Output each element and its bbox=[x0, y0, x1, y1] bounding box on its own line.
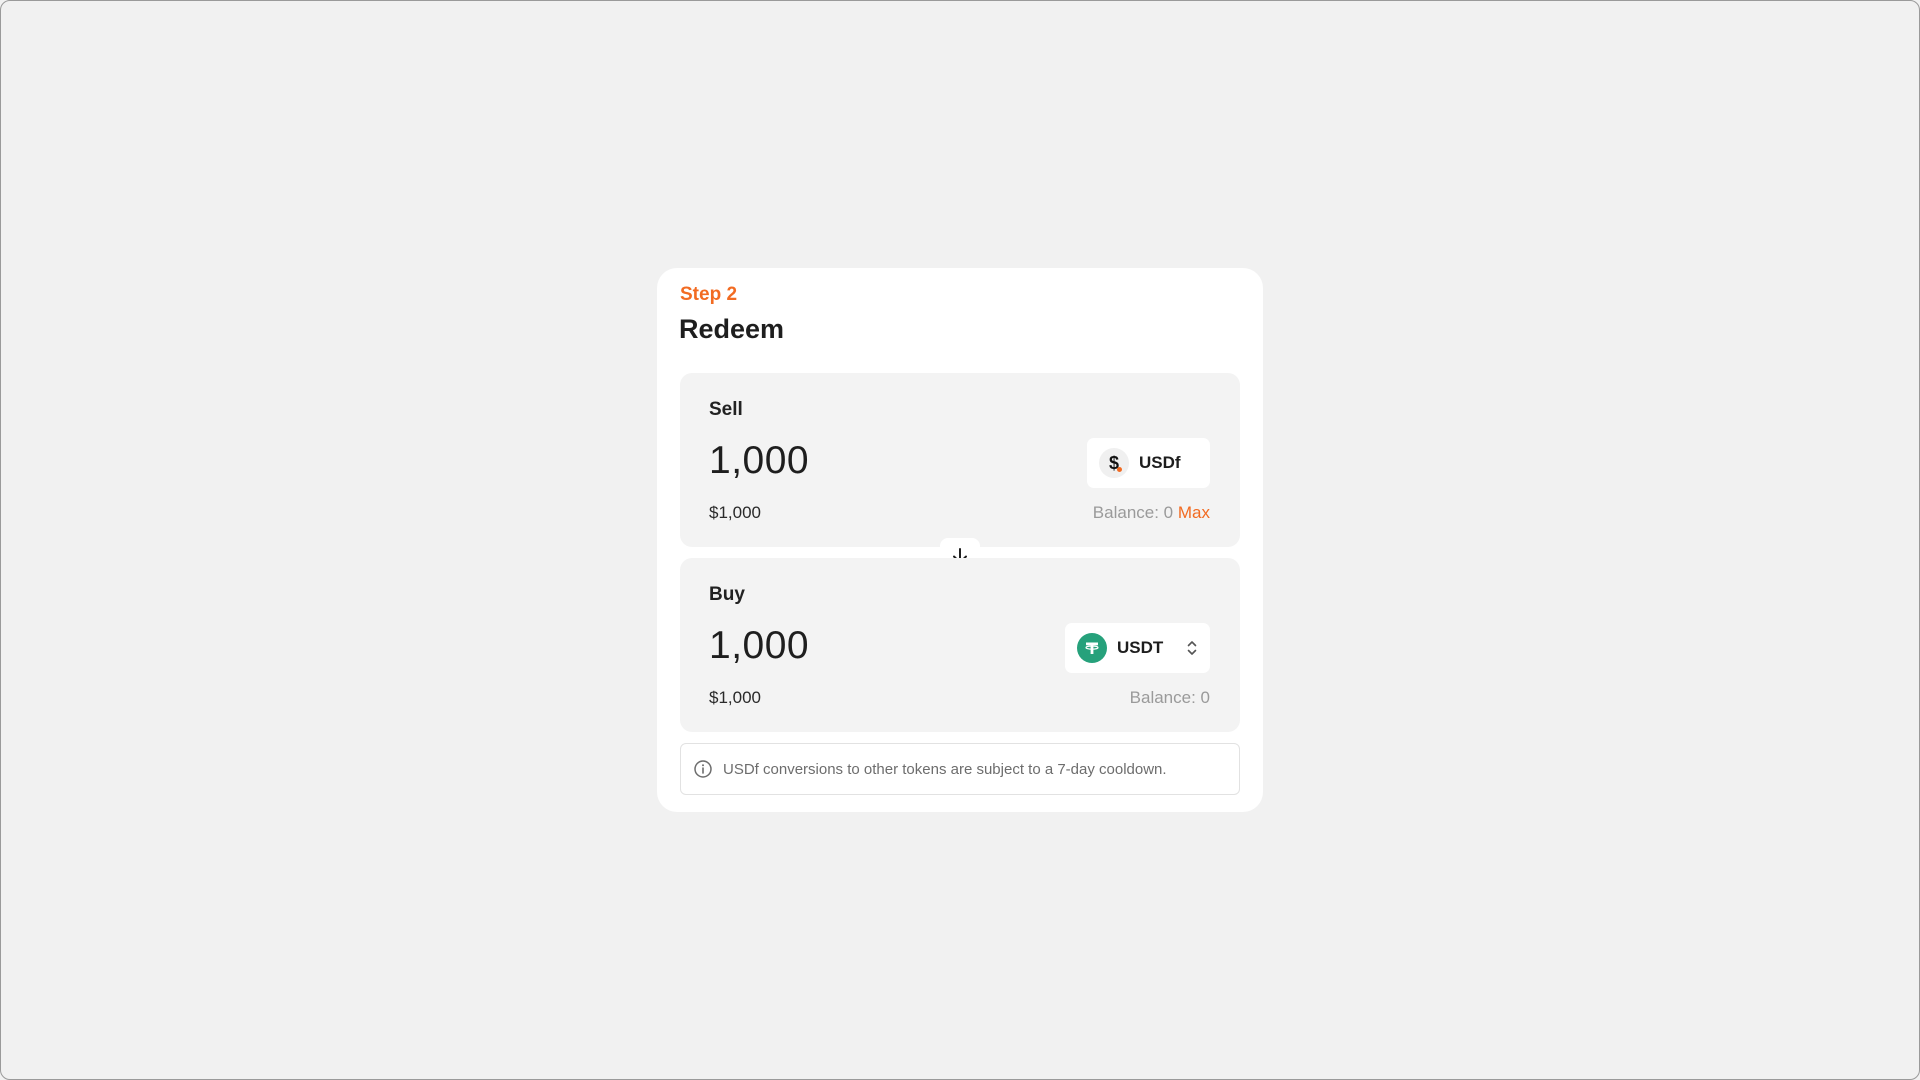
page-title: Redeem bbox=[679, 314, 785, 344]
tether-icon bbox=[1077, 633, 1107, 663]
sell-token-button[interactable]: $ USDf bbox=[1087, 438, 1210, 488]
sell-usd-value: $1,000 bbox=[709, 503, 761, 522]
buy-balance: Balance: 0 bbox=[1129, 688, 1210, 707]
buy-label: Buy bbox=[709, 584, 745, 605]
buy-token-symbol: USDT bbox=[1117, 638, 1164, 657]
info-icon bbox=[694, 760, 712, 778]
buy-usd-value: $1,000 bbox=[709, 688, 761, 707]
buy-panel: Buy 1,000 USDT $1,000 Balance: 0 bbox=[680, 558, 1240, 732]
sell-panel: Sell 1,000 $ USDf $1,000 Balance: 0 Max bbox=[680, 373, 1240, 547]
usdf-dollar-icon: $ bbox=[1099, 448, 1129, 478]
buy-amount-input[interactable]: 1,000 bbox=[709, 624, 809, 668]
max-button[interactable]: Max bbox=[1178, 503, 1210, 522]
sell-balance: Balance: 0 Max bbox=[1093, 503, 1210, 523]
step-label: Step 2 bbox=[680, 284, 738, 305]
notice-text: USDf conversions to other tokens are sub… bbox=[723, 760, 1167, 778]
buy-token-selector[interactable]: USDT bbox=[1065, 623, 1210, 673]
sell-token-symbol: USDf bbox=[1139, 453, 1181, 472]
sell-amount-input[interactable]: 1,000 bbox=[709, 439, 809, 483]
sell-label: Sell bbox=[709, 399, 743, 420]
sell-balance-text: Balance: 0 bbox=[1092, 503, 1174, 522]
cooldown-notice: USDf conversions to other tokens are sub… bbox=[680, 743, 1240, 795]
chevron-up-down-icon bbox=[1186, 639, 1198, 657]
redeem-card: Step 2 Redeem Sell 1,000 $ USDf $1,000 B… bbox=[657, 268, 1263, 812]
